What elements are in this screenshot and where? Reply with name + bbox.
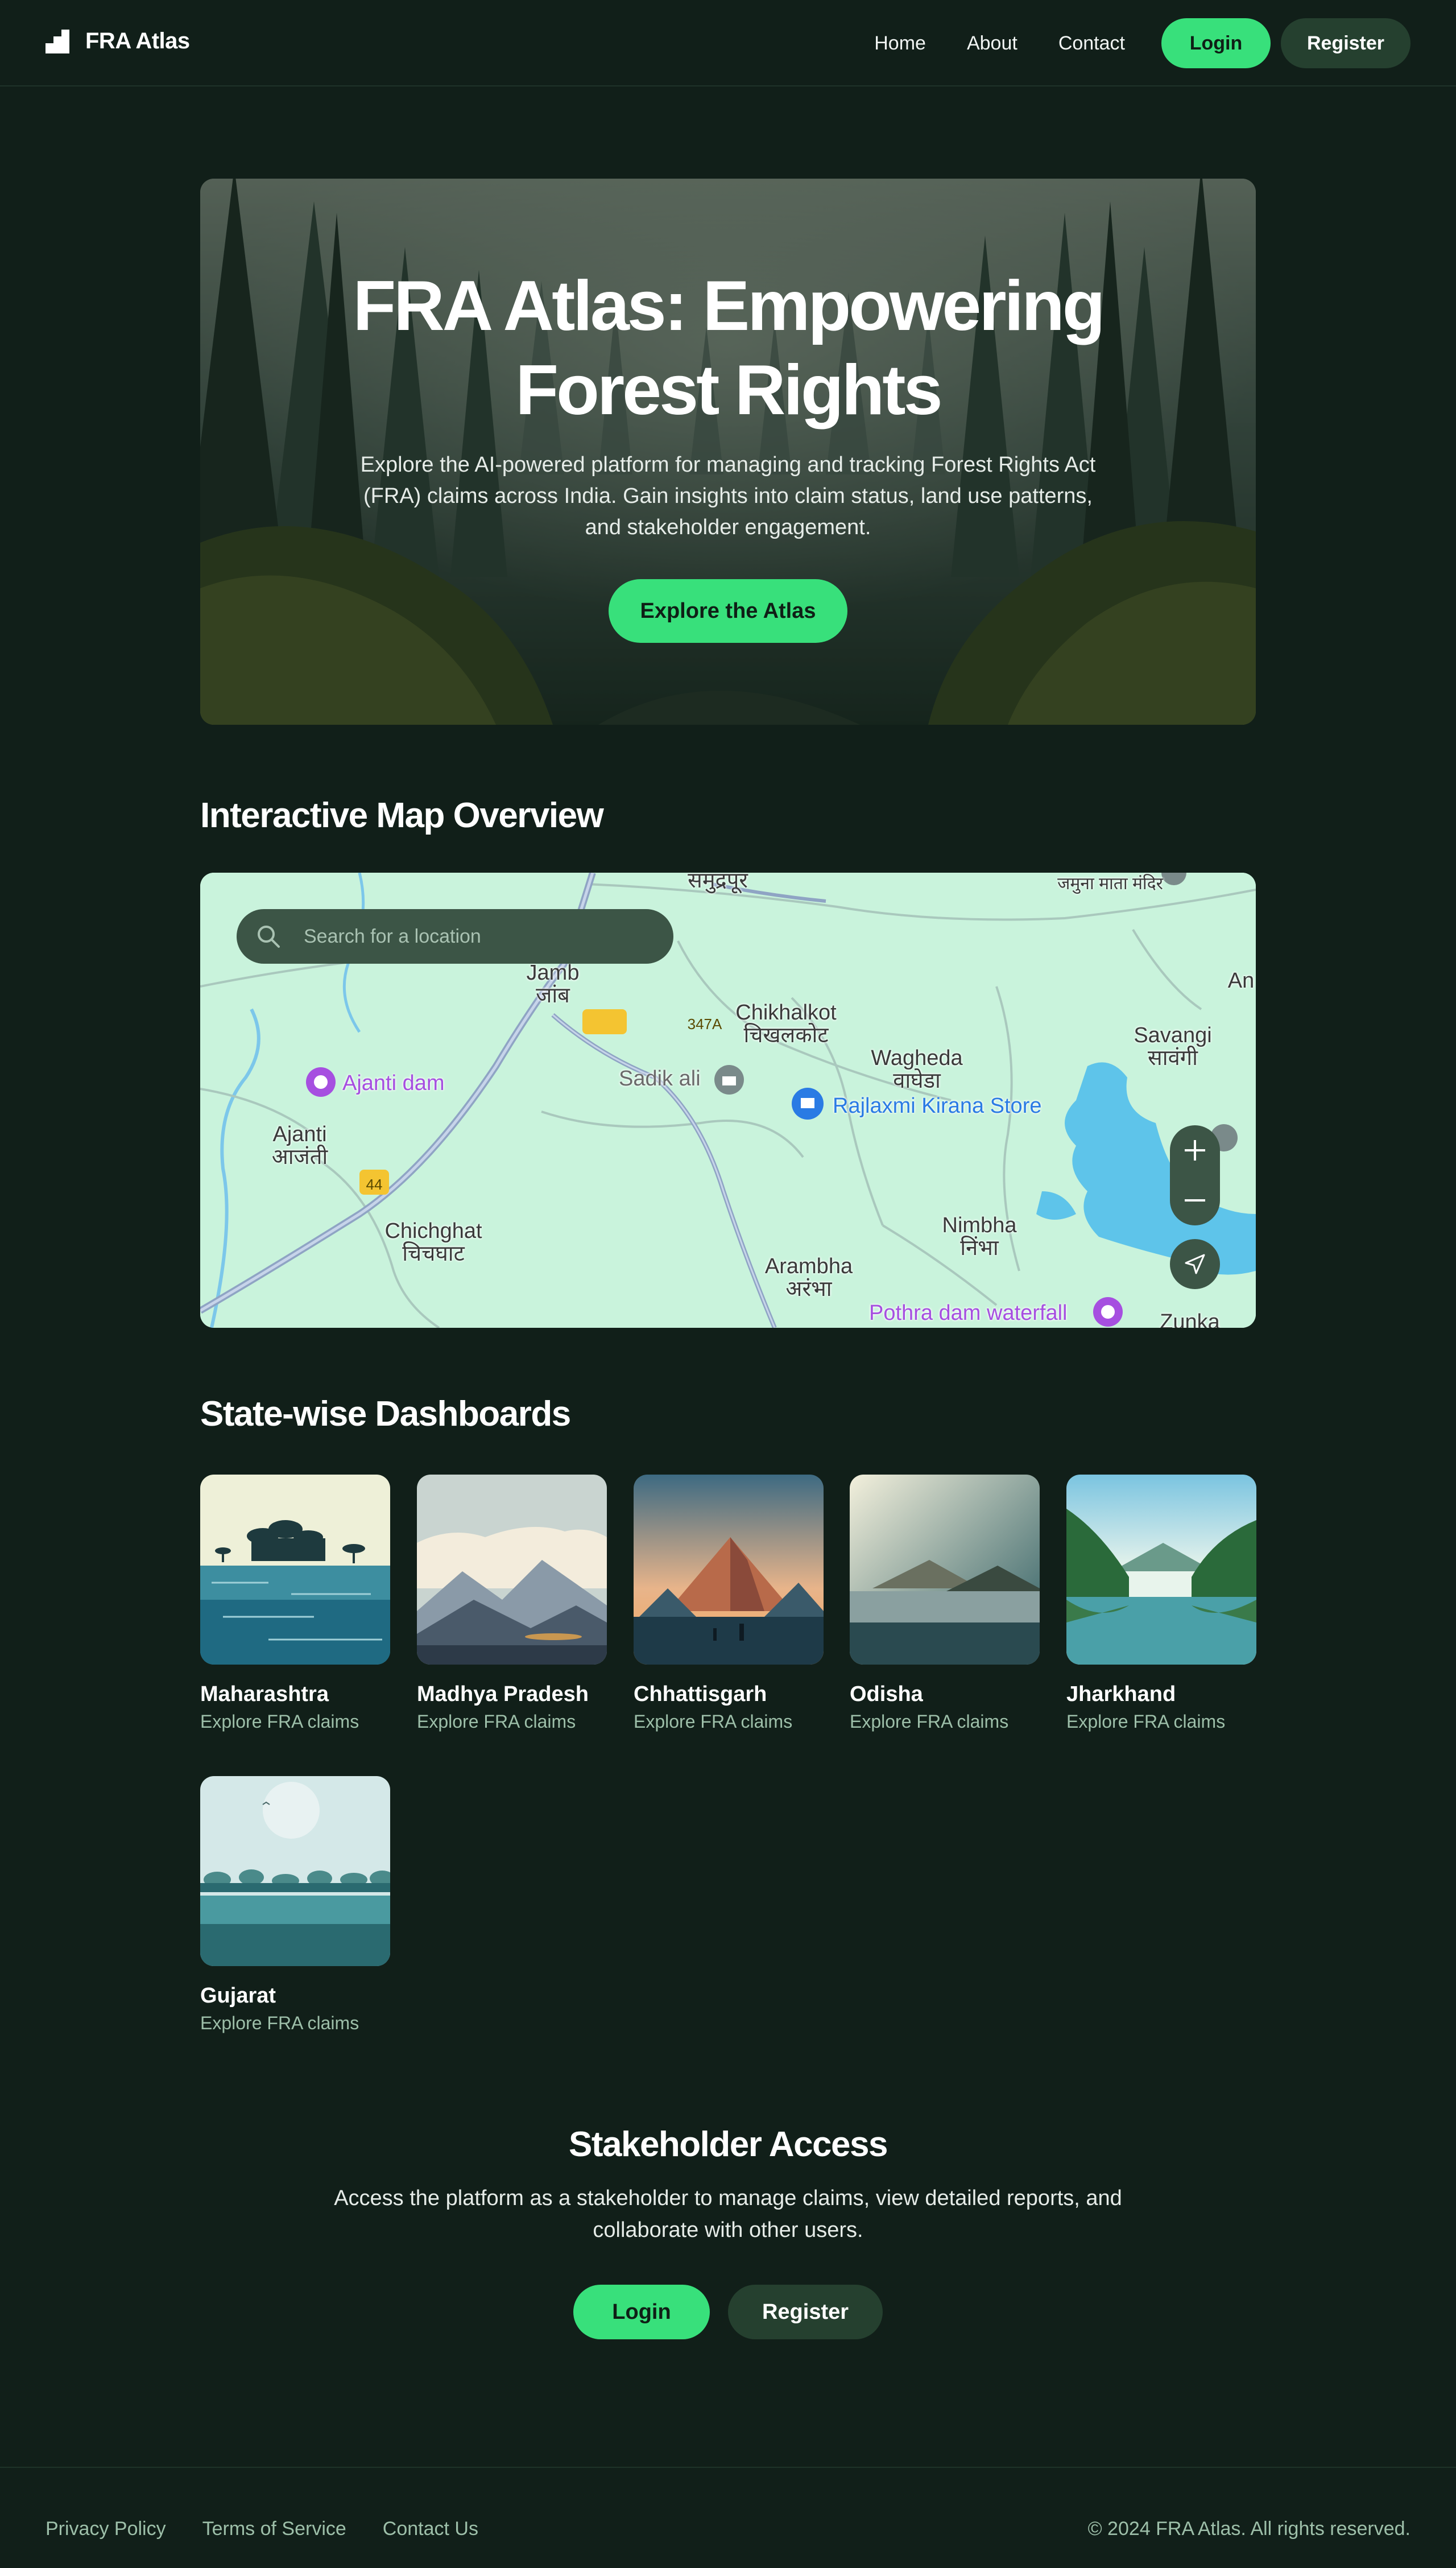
- state-thumbnail: [417, 1475, 607, 1665]
- state-card-odisha[interactable]: Odisha Explore FRA claims: [850, 1475, 1040, 1733]
- hero-banner: FRA Atlas: Empowering Forest Rights Expl…: [200, 179, 1256, 725]
- poi-pothra-waterfall[interactable]: Pothra dam waterfall: [869, 1302, 1068, 1324]
- map-label-chikhalkot: Chikhalkot चिखलकोट: [735, 1001, 837, 1047]
- state-subtitle: Explore FRA claims: [850, 1711, 1009, 1732]
- header-login-button[interactable]: Login: [1161, 18, 1271, 68]
- map-label-wagheda: Wagheda वाघेडा: [871, 1046, 963, 1093]
- stakeholder-title: Stakeholder Access: [568, 2125, 888, 2164]
- map-section-title: Interactive Map Overview: [200, 796, 604, 835]
- navigation-arrow-icon: [1185, 1254, 1205, 1274]
- map-label-savangi: Savangi सावंगी: [1134, 1023, 1212, 1070]
- state-card-jharkhand[interactable]: Jharkhand Explore FRA claims: [1066, 1475, 1256, 1733]
- state-name: Chhattisgarh: [634, 1682, 767, 1706]
- stakeholder-subtitle: Access the platform as a stakeholder to …: [334, 2186, 1122, 2242]
- stakeholder-login-button[interactable]: Login: [573, 2285, 710, 2339]
- state-name: Maharashtra: [200, 1682, 329, 1706]
- minus-icon: [1185, 1199, 1205, 1202]
- brand-name: FRA Atlas: [85, 28, 190, 53]
- nav-contact[interactable]: Contact: [1058, 32, 1125, 55]
- footer-terms-link[interactable]: Terms of Service: [202, 2518, 346, 2540]
- poi-sadik-ali[interactable]: Sadik ali: [619, 1067, 701, 1090]
- state-subtitle: Explore FRA claims: [200, 1711, 359, 1732]
- site-footer: Privacy Policy Terms of Service Contact …: [0, 2467, 1456, 2568]
- nav-home[interactable]: Home: [874, 32, 926, 55]
- states-section-title: State-wise Dashboards: [200, 1394, 571, 1434]
- state-card-chhattisgarh[interactable]: Chhattisgarh Explore FRA claims: [634, 1475, 824, 1733]
- map-label-samudrapur: समुद्रपूर: [688, 873, 748, 893]
- nav-about[interactable]: About: [967, 32, 1017, 55]
- stakeholder-register-button[interactable]: Register: [728, 2285, 883, 2339]
- brand[interactable]: FRA Atlas: [46, 28, 190, 54]
- interactive-map[interactable]: 347A 44 Jamb जांब समुद्रपूर जमुना माता म…: [200, 873, 1256, 1328]
- zoom-controls: [1170, 1125, 1220, 1225]
- road-shield-44: 44: [366, 1176, 383, 1193]
- site-header: FRA Atlas Home About Contact Login Regis…: [0, 0, 1456, 86]
- footer-privacy-link[interactable]: Privacy Policy: [46, 2518, 166, 2540]
- state-name: Odisha: [850, 1682, 923, 1706]
- explore-atlas-button[interactable]: Explore the Atlas: [609, 579, 847, 643]
- poi-rajlaxmi-store[interactable]: Rajlaxmi Kirana Store: [833, 1095, 1041, 1117]
- map-label-arambha: Arambha अरंभा: [764, 1254, 853, 1301]
- state-thumbnail: [1066, 1475, 1256, 1665]
- map-search-bar[interactable]: Search for a location: [237, 909, 673, 964]
- state-subtitle: Explore FRA claims: [1066, 1711, 1226, 1732]
- main-nav: Home About Contact Login Register: [874, 18, 1410, 68]
- copyright: © 2024 FRA Atlas. All rights reserved.: [1087, 2518, 1410, 2540]
- zoom-in-button[interactable]: [1170, 1125, 1220, 1175]
- logo-icon: [46, 29, 69, 53]
- map-label-jamb: Jamb जांब: [526, 961, 580, 1008]
- hero-subtitle: Explore the AI-powered platform for mana…: [360, 453, 1096, 539]
- plus-icon: [1185, 1140, 1205, 1161]
- locate-me-button[interactable]: [1170, 1239, 1220, 1289]
- map-label-jamuna-mata: जमुना माता मंदिर: [1057, 874, 1163, 893]
- state-name: Jharkhand: [1066, 1682, 1176, 1706]
- state-card-madhya-pradesh[interactable]: Madhya Pradesh Explore FRA claims: [417, 1475, 607, 1733]
- state-subtitle: Explore FRA claims: [200, 2013, 359, 2033]
- state-card-gujarat[interactable]: Gujarat Explore FRA claims: [200, 1776, 390, 2034]
- zoom-out-button[interactable]: [1170, 1175, 1220, 1225]
- state-subtitle: Explore FRA claims: [417, 1711, 576, 1732]
- hero-title: FRA Atlas: Empowering Forest Rights: [353, 267, 1105, 430]
- map-label-ajanti: Ajanti आजंती: [271, 1122, 328, 1169]
- poi-ajanti-dam[interactable]: Ajanti dam: [342, 1072, 445, 1095]
- footer-links: Privacy Policy Terms of Service Contact …: [46, 2518, 515, 2540]
- map-search-input[interactable]: Search for a location: [304, 926, 481, 948]
- map-label-zunka: Zunka: [1160, 1310, 1220, 1328]
- search-icon: [256, 924, 281, 949]
- state-name: Gujarat: [200, 1984, 276, 2008]
- map-label-nimbha: Nimbha निंभा: [942, 1213, 1017, 1260]
- state-card-maharashtra[interactable]: Maharashtra Explore FRA claims: [200, 1475, 390, 1733]
- state-name: Madhya Pradesh: [417, 1682, 589, 1706]
- state-subtitle: Explore FRA claims: [634, 1711, 793, 1732]
- state-thumbnail: [200, 1475, 390, 1665]
- state-thumbnail: [634, 1475, 824, 1665]
- map-label-chichghat: Chichghat चिचघाट: [384, 1219, 482, 1266]
- state-thumbnail: [200, 1776, 390, 1966]
- header-register-button[interactable]: Register: [1281, 18, 1410, 68]
- state-thumbnail: [850, 1475, 1040, 1665]
- map-label-an: An: [1227, 969, 1255, 993]
- footer-contact-link[interactable]: Contact Us: [383, 2518, 478, 2540]
